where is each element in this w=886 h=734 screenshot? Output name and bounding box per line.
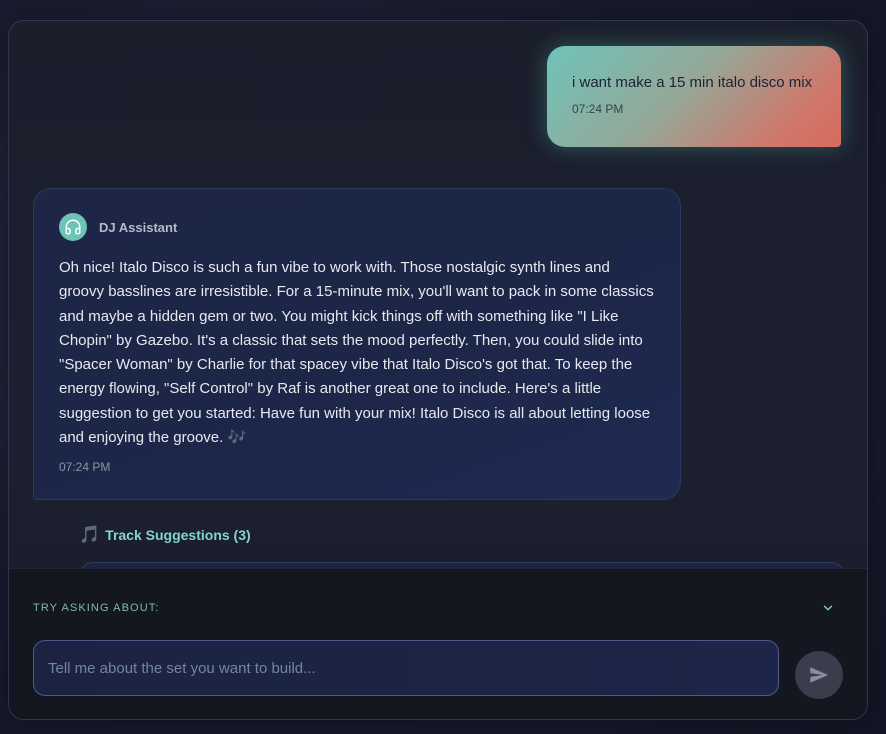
send-button[interactable]	[795, 651, 843, 699]
track-suggestions-label: Track Suggestions (3)	[105, 527, 251, 543]
user-message-bubble: i want make a 15 min italo disco mix 07:…	[547, 46, 841, 147]
message-input[interactable]	[33, 640, 779, 696]
assistant-message-bubble: DJ Assistant Oh nice! Italo Disco is suc…	[33, 188, 681, 500]
composer-panel: TRY ASKING ABOUT:	[9, 568, 867, 719]
assistant-message-header: DJ Assistant	[59, 213, 656, 241]
assistant-name: DJ Assistant	[99, 219, 178, 235]
assistant-message-text: Oh nice! Italo Disco is such a fun vibe …	[59, 259, 654, 447]
user-message-text: i want make a 15 min italo disco mix	[572, 74, 813, 91]
send-icon	[810, 667, 829, 683]
user-message-time: 07:24 PM	[572, 102, 624, 116]
music-note-icon: 🎵	[79, 525, 101, 544]
chevron-down-icon[interactable]	[821, 601, 835, 615]
chat-window: i want make a 15 min italo disco mix 07:…	[8, 20, 868, 720]
try-asking-label: TRY ASKING ABOUT:	[33, 602, 160, 614]
assistant-message-time: 07:24 PM	[59, 460, 111, 475]
track-suggestions-toggle[interactable]: 🎵 Track Suggestions (3)	[79, 525, 251, 545]
headphones-icon	[59, 213, 87, 241]
